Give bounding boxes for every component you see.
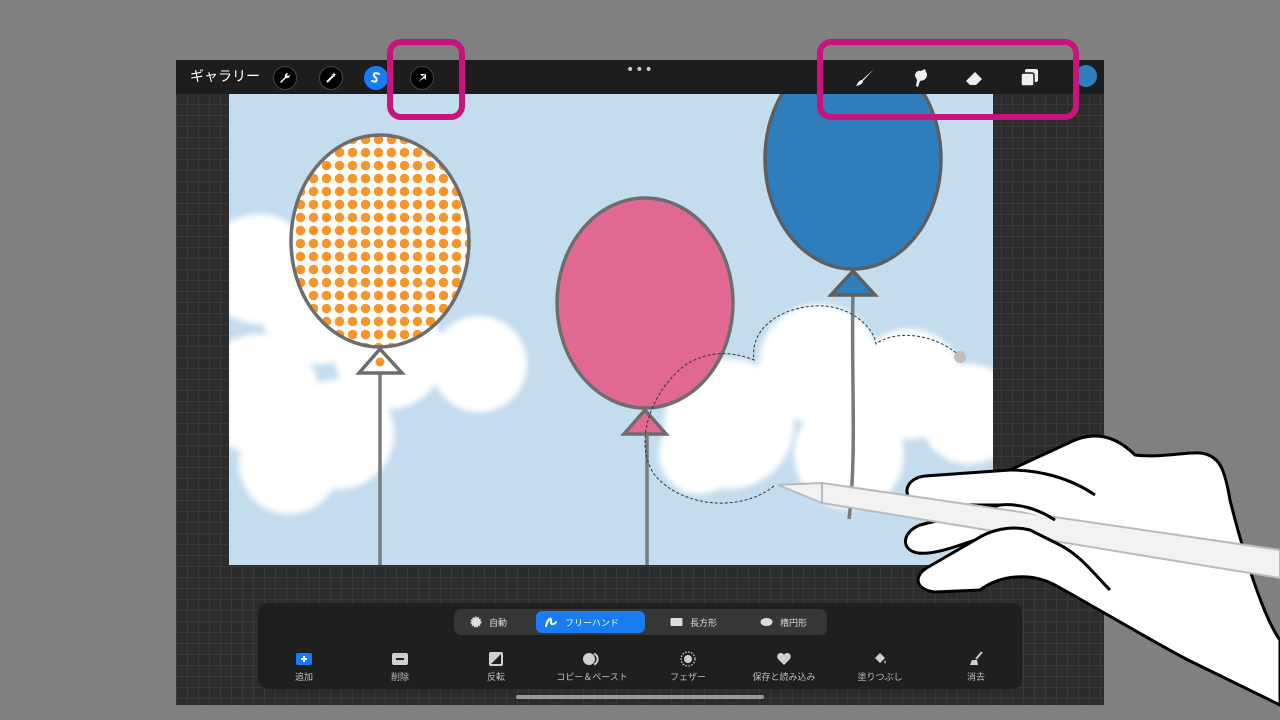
home-indicator bbox=[516, 695, 764, 699]
action-fill[interactable]: 塗りつぶし bbox=[830, 651, 930, 683]
plus-icon bbox=[296, 653, 312, 665]
drawing-canvas[interactable] bbox=[229, 94, 993, 565]
mode-auto-label: 自動 bbox=[489, 618, 508, 629]
mode-rectangle[interactable]: 長方形 bbox=[662, 611, 732, 633]
action-remove-label: 削除 bbox=[390, 673, 409, 683]
mode-freehand[interactable]: フリーハンド bbox=[536, 611, 645, 633]
action-copy-paste-label: コピー＆ペースト bbox=[556, 673, 628, 683]
action-invert[interactable]: 反転 bbox=[446, 651, 546, 683]
mode-auto[interactable]: 自動 bbox=[462, 611, 524, 633]
highlight-transform-tool bbox=[387, 39, 465, 120]
action-fill-label: 塗りつぶし bbox=[857, 673, 903, 683]
freehand-icon bbox=[545, 617, 557, 627]
action-feather[interactable]: フェザー bbox=[638, 651, 738, 683]
fill-bucket-icon bbox=[875, 653, 886, 664]
clear-broom-icon bbox=[970, 651, 983, 665]
canvas-artwork bbox=[229, 94, 993, 565]
highlight-right-tools bbox=[817, 39, 1079, 120]
action-add[interactable]: 追加 bbox=[254, 651, 354, 683]
ellipse-icon bbox=[760, 618, 773, 626]
invert-icon bbox=[489, 652, 503, 666]
action-save-load[interactable]: 保存と読み込み bbox=[734, 651, 834, 683]
wrench-icon[interactable] bbox=[273, 66, 297, 90]
rectangle-icon bbox=[670, 618, 683, 626]
feather-icon bbox=[680, 651, 696, 667]
action-copy-paste[interactable]: コピー＆ペースト bbox=[542, 651, 642, 683]
mode-freehand-label: フリーハンド bbox=[565, 618, 619, 629]
action-save-load-label: 保存と読み込み bbox=[752, 673, 816, 683]
mode-rectangle-label: 長方形 bbox=[690, 618, 718, 629]
copy-paste-icon bbox=[583, 652, 601, 666]
more-menu-icon[interactable]: ••• bbox=[626, 62, 654, 78]
selection-s-icon[interactable] bbox=[364, 66, 388, 90]
minus-icon bbox=[392, 653, 408, 665]
selection-handle[interactable] bbox=[954, 351, 966, 363]
action-feather-label: フェザー bbox=[669, 673, 706, 683]
auto-icon bbox=[470, 616, 482, 628]
gallery-button[interactable]: ギャラリー bbox=[190, 68, 260, 86]
heart-icon bbox=[777, 653, 791, 665]
mode-ellipse-label: 楕円形 bbox=[780, 618, 808, 629]
action-invert-label: 反転 bbox=[486, 673, 505, 683]
mode-ellipse[interactable]: 楕円形 bbox=[752, 611, 822, 633]
action-remove[interactable]: 削除 bbox=[350, 651, 450, 683]
blue-balloon bbox=[763, 94, 943, 297]
magic-wand-icon[interactable] bbox=[319, 66, 343, 90]
action-add-label: 追加 bbox=[294, 673, 313, 683]
action-clear-label: 消去 bbox=[966, 673, 985, 683]
action-clear[interactable]: 消去 bbox=[926, 651, 1026, 683]
